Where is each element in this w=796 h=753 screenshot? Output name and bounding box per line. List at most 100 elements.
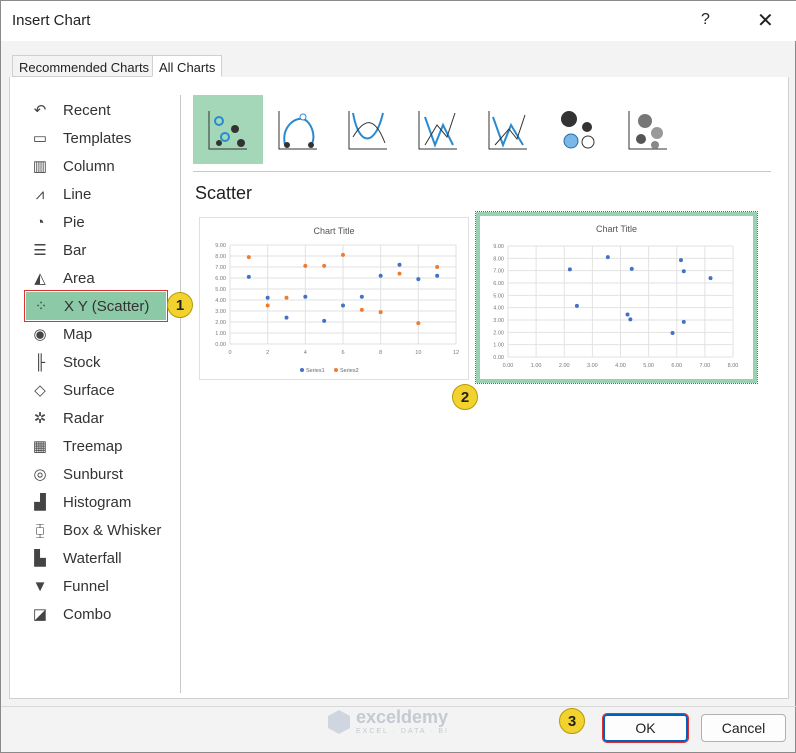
- chart-type-icon: ▦: [32, 438, 48, 455]
- data-point: [378, 310, 383, 315]
- sidebar-item-templates[interactable]: ▭ Templates: [25, 124, 167, 152]
- scatter-smooth-markers-button[interactable]: [263, 95, 333, 164]
- chart-type-list: ↶ Recent ▭ Templates ▥ Column ⩘ Line ◔ Pie ☰ Bar ◭ Ar…: [24, 95, 168, 693]
- tab-recommended-charts[interactable]: Recommended Charts: [12, 55, 157, 77]
- data-point: [359, 307, 364, 312]
- sidebar-item-combo[interactable]: ◪ Combo: [25, 600, 167, 628]
- sidebar-item-label: Map: [63, 325, 93, 343]
- cancel-button[interactable]: Cancel: [701, 714, 786, 742]
- data-point: [284, 315, 289, 320]
- chart-preview-2[interactable]: Chart Title 0.00 1.00 2.00 3.00 4.00 5.00 6.00 7…: [475, 211, 758, 384]
- subtype-icons: [193, 95, 684, 164]
- sidebar-item-radar[interactable]: ✲ Radar: [25, 404, 167, 432]
- sidebar-item-pie[interactable]: ◔ Pie: [25, 208, 167, 236]
- data-point: [359, 294, 364, 299]
- sidebar-item-label: Histogram: [63, 493, 132, 511]
- sidebar-item-area[interactable]: ◭ Area: [25, 264, 167, 292]
- x-tick-label: 4: [304, 350, 307, 356]
- tab-all-charts[interactable]: All Charts: [152, 55, 223, 77]
- sidebar-item-column[interactable]: ▥ Column: [25, 152, 167, 180]
- sidebar-item-label: Recent: [63, 101, 111, 119]
- x-tick-label: 5.00: [643, 363, 654, 369]
- logo-icon: [328, 710, 350, 734]
- chart-type-icon: ◭: [34, 270, 46, 287]
- chart-title: Chart Title: [596, 224, 637, 234]
- y-tick-label: 8.00: [215, 254, 226, 260]
- chart-type-icon: ⁘: [34, 298, 48, 315]
- smooth-lines-icon: [348, 110, 387, 149]
- sidebar-item-label: Box & Whisker: [63, 521, 162, 539]
- scatter-straight-markers-button[interactable]: [403, 95, 473, 164]
- sidebar-item-line[interactable]: ⩘ Line: [25, 180, 167, 208]
- sidebar-item-label: X Y (Scatter): [64, 297, 150, 315]
- bubble-icon: [561, 110, 595, 148]
- data-point: [303, 263, 308, 268]
- sidebar-item-label: Column: [63, 157, 115, 175]
- data-point: [341, 303, 345, 308]
- sidebar-item-label: Waterfall: [63, 549, 122, 567]
- divider: [180, 95, 181, 693]
- sidebar-item-histogram[interactable]: ▟ Histogram: [25, 488, 167, 516]
- y-tick-label: 6.00: [215, 276, 226, 282]
- 3d-bubble-button[interactable]: [613, 95, 683, 164]
- y-tick-label: 5.00: [215, 287, 226, 293]
- scatter-smooth-lines-button[interactable]: [333, 95, 403, 164]
- x-tick-label: 0.00: [503, 363, 514, 369]
- 3d-bubble-icon: [628, 110, 667, 149]
- sidebar-item-bar[interactable]: ☰ Bar: [25, 236, 167, 264]
- sidebar-item-x-y-scatter[interactable]: ⁘ X Y (Scatter): [24, 290, 168, 322]
- sidebar-item-stock[interactable]: ╟ Stock: [25, 348, 167, 376]
- logo-tagline: EXCEL · DATA · BI: [356, 728, 449, 735]
- y-tick-label: 9.00: [215, 243, 226, 249]
- x-tick-label: 4.00: [615, 363, 626, 369]
- y-tick-label: 2.00: [493, 330, 504, 336]
- y-tick-label: 5.00: [493, 293, 504, 299]
- sidebar-item-box-whisker[interactable]: ⧮ Box & Whisker: [25, 516, 167, 544]
- sidebar-item-map[interactable]: ◉ Map: [25, 320, 167, 348]
- bubble-button[interactable]: [543, 95, 613, 164]
- close-button[interactable]: ✕: [757, 8, 774, 33]
- data-point: [284, 295, 289, 300]
- data-point: [303, 294, 308, 299]
- chart-preview-1[interactable]: Chart Title 0.00 1.00 2.00 3.00 4.00 5.00 6.00 7…: [199, 217, 469, 380]
- ok-button[interactable]: OK: [602, 713, 689, 743]
- y-tick-label: 4.00: [493, 306, 504, 312]
- sidebar-item-label: Bar: [63, 241, 87, 259]
- sidebar-item-label: Line: [63, 185, 92, 203]
- sidebar-item-recent[interactable]: ↶ Recent: [25, 96, 167, 124]
- chart-type-icon: ◎: [33, 466, 47, 483]
- legend-marker: [334, 368, 338, 372]
- data-point: [681, 319, 686, 324]
- sidebar-item-funnel[interactable]: ▼ Funnel: [25, 572, 167, 600]
- x-tick-label: 6: [341, 350, 344, 356]
- smooth-lines-markers-icon: [278, 110, 317, 149]
- x-tick-label: 6.00: [671, 363, 682, 369]
- chart-title: Chart Title: [313, 226, 354, 236]
- data-point: [678, 258, 683, 263]
- data-point: [567, 267, 572, 272]
- x-tick-label: 1.00: [531, 363, 542, 369]
- chart-type-icon: ☰: [33, 242, 47, 259]
- legend-marker: [300, 368, 304, 372]
- data-point: [246, 255, 251, 260]
- sidebar-item-waterfall[interactable]: ▙ Waterfall: [25, 544, 167, 572]
- data-point: [625, 312, 630, 317]
- scatter-straight-lines-button[interactable]: [473, 95, 543, 164]
- x-tick-label: 8.00: [728, 363, 739, 369]
- y-tick-label: 8.00: [493, 256, 504, 262]
- y-tick-label: 7.00: [215, 265, 226, 271]
- sidebar-item-label: Templates: [63, 129, 132, 147]
- sidebar-item-label: Combo: [63, 605, 112, 623]
- logo-name: exceldemy: [356, 707, 449, 727]
- help-button[interactable]: ?: [701, 11, 710, 29]
- step-badge-3: 3: [559, 708, 585, 734]
- data-point: [378, 273, 383, 278]
- step-badge-1: 1: [167, 292, 193, 318]
- scatter-subtype-button[interactable]: [193, 95, 263, 164]
- data-point: [416, 321, 421, 326]
- sidebar-item-treemap[interactable]: ▦ Treemap: [25, 432, 167, 460]
- y-tick-label: 1.00: [493, 343, 504, 349]
- sidebar-item-surface[interactable]: ◇ Surface: [25, 376, 167, 404]
- sidebar-item-sunburst[interactable]: ◎ Sunburst: [25, 460, 167, 488]
- data-point: [574, 303, 579, 308]
